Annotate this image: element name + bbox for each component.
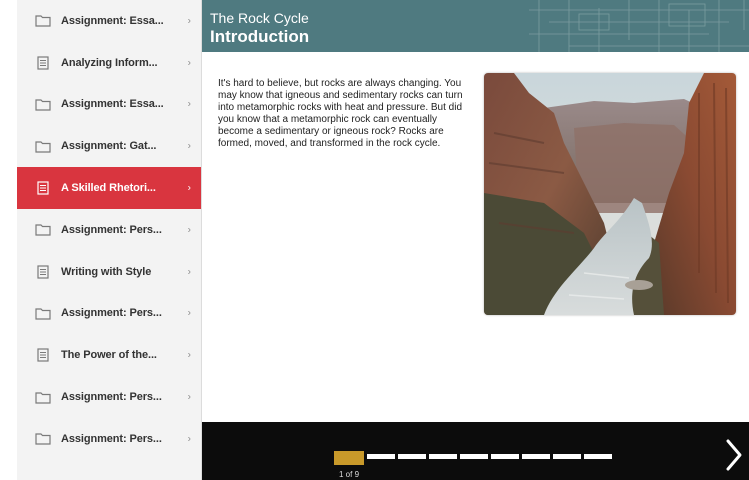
progress-segment[interactable] [367, 454, 395, 459]
next-page-button[interactable] [725, 438, 743, 472]
sidebar-item-label: Writing with Style [61, 265, 152, 278]
chevron-right-icon: › [187, 98, 191, 110]
document-icon [35, 56, 51, 70]
sidebar-item[interactable]: The Power of the... › [17, 334, 201, 376]
sidebar-item[interactable]: Assignment: Pers... › [17, 376, 201, 418]
progress-segment[interactable] [553, 454, 581, 459]
page-progress [334, 451, 612, 466]
sidebar-item[interactable]: Assignment: Pers... › [17, 209, 201, 251]
chevron-right-icon: › [187, 15, 191, 27]
progress-segment[interactable] [334, 451, 364, 465]
lesson-text: It's hard to believe, but rocks are alwa… [218, 78, 463, 149]
folder-icon [35, 306, 51, 320]
document-icon [35, 265, 51, 279]
chevron-right-icon [726, 439, 742, 471]
folder-icon [35, 97, 51, 111]
progress-segment[interactable] [398, 454, 426, 459]
sidebar-item-label: Assignment: Pers... [61, 391, 162, 404]
page-counter: 1 of 9 [339, 470, 360, 479]
chevron-right-icon: › [187, 57, 191, 69]
header-pattern [529, 0, 749, 52]
progress-segment[interactable] [429, 454, 457, 459]
sidebar-item[interactable]: Assignment: Essa... › [17, 0, 201, 42]
chevron-right-icon: › [187, 224, 191, 236]
sidebar-item[interactable]: A Skilled Rhetori... › [17, 167, 201, 209]
sidebar-item-label: Analyzing Inform... [61, 56, 158, 69]
sidebar-item-label: Assignment: Essa... [61, 14, 164, 27]
progress-segment[interactable] [522, 454, 550, 459]
sidebar-item[interactable]: Assignment: Essa... › [17, 84, 201, 126]
sidebar-item[interactable]: Assignment: Gat... › [17, 125, 201, 167]
chevron-right-icon: › [187, 182, 191, 194]
sidebar-item-label: A Skilled Rhetori... [61, 182, 156, 195]
lesson-sidebar: Assignment: Essa... › Analyzing Inform... ›… [17, 0, 202, 480]
canyon-river-photo [484, 73, 736, 315]
folder-icon [35, 223, 51, 237]
chevron-right-icon: › [187, 266, 191, 278]
progress-segment[interactable] [460, 454, 488, 459]
sidebar-item[interactable]: Assignment: Pers... › [17, 418, 201, 460]
page-title: Introduction [210, 27, 310, 46]
progress-segment[interactable] [584, 454, 612, 459]
sidebar-item[interactable]: Assignment: Pers... › [17, 293, 201, 335]
sidebar-item-label: Assignment: Essa... [61, 98, 164, 111]
navigation-bar: 1 of 9 [202, 422, 749, 480]
chevron-right-icon: › [187, 433, 191, 445]
folder-icon [35, 14, 51, 28]
folder-icon [35, 390, 51, 404]
folder-icon [35, 432, 51, 446]
sidebar-item-label: Assignment: Gat... [61, 140, 157, 153]
lesson-header: The Rock Cycle Introduction [202, 0, 749, 52]
sidebar-item-label: Assignment: Pers... [61, 223, 162, 236]
sidebar-item[interactable]: Writing with Style › [17, 251, 201, 293]
sidebar-item-label: The Power of the... [61, 349, 157, 362]
sidebar-item[interactable]: Analyzing Inform... › [17, 42, 201, 84]
lesson-topic: The Rock Cycle [210, 10, 309, 26]
sidebar-item-label: Assignment: Pers... [61, 432, 162, 445]
chevron-right-icon: › [187, 349, 191, 361]
folder-icon [35, 139, 51, 153]
document-icon [35, 348, 51, 362]
chevron-right-icon: › [187, 307, 191, 319]
sidebar-item-label: Assignment: Pers... [61, 307, 162, 320]
chevron-right-icon: › [187, 391, 191, 403]
progress-segment[interactable] [491, 454, 519, 459]
document-icon [35, 181, 51, 195]
chevron-right-icon: › [187, 140, 191, 152]
